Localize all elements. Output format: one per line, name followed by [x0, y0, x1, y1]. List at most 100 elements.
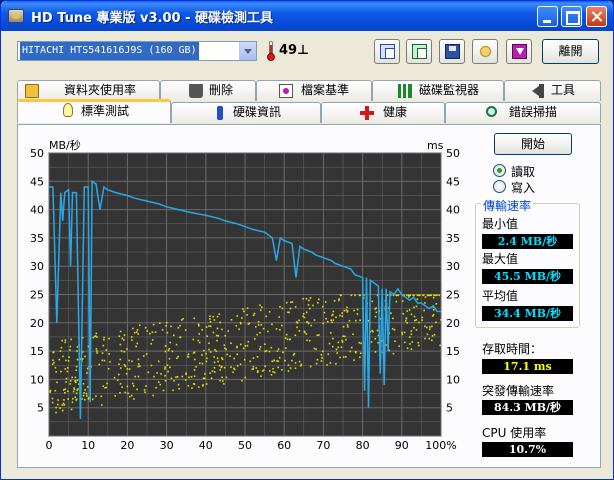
tab-tools[interactable]: 工具: [504, 80, 601, 101]
access-time-point: [408, 309, 411, 311]
access-time-point: [329, 332, 332, 334]
access-time-point: [287, 370, 290, 372]
chevron-down-icon[interactable]: [239, 42, 256, 60]
access-time-point: [411, 341, 414, 343]
access-time-point: [440, 318, 442, 321]
access-time-point: [356, 313, 359, 315]
access-time-point: [82, 382, 85, 385]
access-time-point: [421, 316, 424, 319]
access-time-point: [261, 370, 264, 372]
radio-write-dot[interactable]: [493, 180, 506, 193]
access-time-point: [117, 373, 120, 376]
download-icon: [512, 44, 527, 59]
access-time-point: [178, 387, 181, 390]
access-time-point: [192, 352, 195, 354]
access-time-point: [145, 353, 148, 355]
access-time-point: [433, 333, 436, 336]
access-time-point: [210, 377, 213, 380]
y-tick-label-left: 5: [37, 402, 44, 415]
access-time-point: [294, 306, 297, 308]
exit-button[interactable]: 離開: [542, 39, 599, 64]
y-tick-label-left: 40: [30, 204, 44, 217]
tab-file-benchmark[interactable]: 檔案基準: [256, 80, 372, 101]
access-time-point: [126, 348, 128, 350]
access-time-point: [259, 348, 261, 350]
access-time-point: [124, 365, 127, 368]
access-time-point: [238, 328, 240, 331]
access-time-point: [152, 394, 154, 397]
access-time-point: [284, 337, 287, 339]
lightbulb-icon: [63, 103, 73, 117]
access-time-point: [85, 392, 88, 395]
access-time-point: [253, 338, 256, 340]
access-time-point: [342, 325, 345, 328]
access-time-point: [130, 336, 133, 338]
tab-info[interactable]: 硬碟資訊: [171, 102, 321, 123]
access-time-point: [95, 395, 97, 397]
access-time-point: [271, 360, 274, 363]
access-time-point: [212, 331, 215, 334]
close-button[interactable]: [586, 6, 607, 27]
access-time-point: [75, 369, 78, 372]
access-time-point: [102, 385, 105, 388]
access-time-point: [125, 372, 128, 375]
access-time-point: [320, 353, 323, 356]
access-time-point: [298, 330, 301, 332]
access-time-point: [409, 294, 412, 297]
radio-read-dot[interactable]: [493, 164, 506, 177]
access-time-point: [252, 357, 255, 359]
maximize-button[interactable]: [561, 6, 582, 27]
access-time-point: [205, 360, 208, 363]
access-time-point: [260, 309, 262, 312]
access-time-point: [223, 344, 226, 346]
access-time-point: [348, 319, 351, 322]
tab-error-scan[interactable]: 錯誤掃描: [445, 102, 601, 123]
disk-monitor-icon: [398, 84, 412, 98]
access-time-point: [236, 364, 239, 367]
access-time-point: [321, 357, 323, 359]
access-time-point: [428, 337, 431, 340]
save-button[interactable]: [439, 39, 465, 64]
access-time-point: [395, 300, 398, 303]
copy-screenshot-button[interactable]: [406, 39, 432, 64]
access-time-point: [277, 360, 279, 362]
access-time-point: [259, 331, 261, 334]
access-time-point: [130, 394, 133, 397]
access-time-point: [350, 346, 353, 349]
cpu-usage-value: 10.7%: [482, 442, 573, 457]
access-time-point: [355, 319, 357, 322]
download-button[interactable]: [506, 39, 532, 64]
access-time-point: [215, 350, 218, 353]
start-button[interactable]: 開始: [494, 133, 572, 155]
y-tick-label-right: 15: [446, 345, 460, 358]
tab-benchmark[interactable]: 標準測試: [17, 99, 171, 123]
tab-folder-usage[interactable]: 資料夾使用率: [17, 80, 160, 101]
access-time-point: [298, 319, 300, 322]
access-time-point: [123, 350, 126, 353]
access-time-point: [150, 364, 153, 367]
y-tick-label-left: 35: [30, 232, 44, 245]
access-time-point: [398, 345, 400, 348]
y-tick-label-right: 35: [446, 232, 460, 245]
access-time-point: [53, 361, 55, 364]
tab-disk-monitor[interactable]: 磁碟監視器: [372, 80, 504, 101]
radio-read[interactable]: 讀取: [493, 163, 583, 179]
access-time-point: [345, 309, 348, 311]
access-time-point: [82, 394, 85, 397]
access-time-point: [262, 327, 265, 330]
tab-health[interactable]: 健康: [321, 102, 445, 123]
access-time-point: [294, 362, 297, 364]
access-time-point: [74, 396, 77, 399]
radio-write[interactable]: 寫入: [493, 179, 583, 195]
copy-text-button[interactable]: [374, 39, 400, 64]
tab-erase[interactable]: 刪除: [160, 80, 256, 101]
options-button[interactable]: [472, 39, 498, 64]
title-bar[interactable]: HD Tune 專業版 v3.00 - 硬碟檢測工具: [1, 1, 613, 31]
access-time-point: [338, 298, 340, 300]
access-time-point: [203, 349, 205, 352]
access-time-point: [69, 383, 71, 385]
y-tick-label-right: 10: [446, 373, 460, 386]
minimize-button[interactable]: [537, 6, 558, 27]
access-time-point: [285, 301, 288, 304]
drive-select[interactable]: HITACHI HTS541616J9S (160 GB): [17, 41, 257, 61]
